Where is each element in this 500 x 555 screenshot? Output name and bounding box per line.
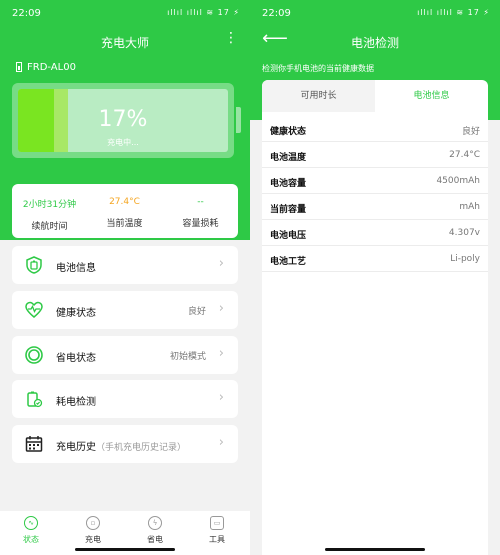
row-value: 良好 bbox=[461, 127, 480, 137]
page-title: 充电大师 bbox=[100, 36, 149, 50]
tab-label: 省电 bbox=[147, 535, 163, 544]
menu-power-saving[interactable]: 省电状态 初始模式 › bbox=[12, 336, 238, 374]
battery-cap bbox=[236, 107, 241, 133]
menu-drain-detection[interactable]: 耗电检测 › bbox=[12, 380, 238, 418]
pulse-icon: ∿ bbox=[24, 516, 38, 530]
status-icons: ıllıl ıllıl ≋ 17 ⚡ bbox=[167, 8, 240, 17]
info-panel: 可用时长 电池信息 健康状态 良好 电池温度 27.4°C 电池容量 4500m… bbox=[262, 80, 488, 555]
menu-battery-info[interactable]: 电池信息 › bbox=[12, 246, 238, 284]
page-description: 检测你手机电池的当前健康数据 bbox=[262, 64, 374, 73]
menu-label: 省电状态 bbox=[56, 353, 96, 364]
stat-endurance: 2小时31分钟 续航时间 bbox=[12, 184, 87, 238]
toolbox-icon: ▭ bbox=[210, 516, 224, 530]
tab-battery-info[interactable]: 电池信息 bbox=[375, 80, 488, 112]
list-item: 电池工艺 Li-poly bbox=[262, 246, 488, 272]
segmented-tabs: 可用时长 电池信息 bbox=[262, 80, 488, 112]
list-item: 健康状态 良好 bbox=[262, 116, 488, 142]
chevron-right-icon: › bbox=[218, 435, 224, 450]
list-item: 电池温度 27.4°C bbox=[262, 142, 488, 168]
home-indicator[interactable] bbox=[75, 548, 175, 551]
battery-small-icon bbox=[16, 62, 22, 72]
menu-label: 充电历史（手机充电历史记录） bbox=[56, 438, 186, 453]
list-item: 电池电压 4.307v bbox=[262, 220, 488, 246]
menu-label: 耗电检测 bbox=[56, 397, 96, 408]
row-key: 电池电压 bbox=[270, 231, 307, 241]
home-indicator[interactable] bbox=[325, 548, 425, 551]
bolt-icon: ϟ bbox=[148, 516, 162, 530]
battery-check-icon bbox=[27, 391, 43, 408]
tab-label: 充电 bbox=[85, 535, 101, 544]
plug-icon: ▫ bbox=[86, 516, 100, 530]
menu-charge-history[interactable]: 充电历史（手机充电历史记录） › bbox=[12, 425, 238, 463]
calendar-icon bbox=[25, 436, 43, 452]
power-ring-icon bbox=[25, 346, 43, 364]
device-label: FRD-AL00 bbox=[27, 62, 76, 73]
menu-health-status[interactable]: 健康状态 良好 › bbox=[12, 291, 238, 329]
battery-gauge: 17% 充电中... bbox=[12, 83, 241, 158]
row-key: 电池容量 bbox=[270, 179, 307, 189]
list-item: 电池容量 4500mAh bbox=[262, 168, 488, 194]
stats-card: 2小时31分钟 续航时间 27.4°C 当前温度 -- 容量损耗 bbox=[12, 184, 238, 238]
stat-value: 27.4°C bbox=[109, 197, 140, 207]
status-time: 22:09 bbox=[12, 8, 41, 19]
menu-label-text: 充电历史 bbox=[56, 442, 96, 453]
row-value: mAh bbox=[459, 202, 480, 212]
stat-label: 续航时间 bbox=[31, 222, 68, 232]
menu-sublabel: （手机充电历史记录） bbox=[96, 443, 187, 453]
status-bar: 22:09 ıllıl ıllıl ≋ 17 ⚡ bbox=[250, 0, 500, 28]
menu-label: 电池信息 bbox=[56, 263, 96, 274]
row-key: 电池工艺 bbox=[270, 257, 307, 267]
stat-label: 当前温度 bbox=[106, 219, 143, 229]
app-screen-charge-master: 22:09 ıllıl ıllıl ≋ 17 ⚡ 充电大师 ⋮ FRD-AL00… bbox=[0, 0, 250, 555]
row-value: 27.4°C bbox=[449, 150, 480, 160]
charging-status: 充电中... bbox=[107, 138, 139, 147]
menu-value: 良好 bbox=[187, 307, 206, 317]
chevron-right-icon: › bbox=[218, 301, 224, 316]
row-key: 健康状态 bbox=[270, 127, 307, 137]
status-bar: 22:09 ıllıl ıllıl ≋ 17 ⚡ bbox=[0, 0, 250, 28]
stat-label: 容量损耗 bbox=[182, 219, 219, 229]
more-menu-icon[interactable]: ⋮ bbox=[224, 31, 238, 45]
status-icons: ıllıl ıllıl ≋ 17 ⚡ bbox=[417, 8, 490, 17]
battery-percent: 17% bbox=[98, 107, 148, 132]
chevron-right-icon: › bbox=[218, 256, 224, 271]
status-time: 22:09 bbox=[262, 8, 291, 19]
stat-value: -- bbox=[197, 197, 204, 207]
heart-pulse-icon bbox=[25, 301, 43, 318]
chevron-right-icon: › bbox=[218, 346, 224, 361]
tab-charge[interactable]: ▫ 充电 bbox=[62, 516, 124, 545]
tab-label: 工具 bbox=[209, 535, 225, 544]
stat-value: 2小时31分钟 bbox=[22, 200, 77, 210]
app-screen-battery-check: 22:09 ıllıl ıllıl ≋ 17 ⚡ ⟵ 电池检测 检测你手机电池的… bbox=[250, 0, 500, 555]
tab-status[interactable]: ∿ 状态 bbox=[0, 516, 62, 545]
battery-info-list: 健康状态 良好 电池温度 27.4°C 电池容量 4500mAh 当前容量 mA… bbox=[262, 116, 488, 272]
menu-value: 初始模式 bbox=[169, 352, 206, 362]
row-value: Li-poly bbox=[450, 254, 480, 264]
chevron-right-icon: › bbox=[218, 390, 224, 405]
tab-power-saving[interactable]: ϟ 省电 bbox=[124, 516, 186, 545]
row-value: 4500mAh bbox=[436, 176, 480, 186]
tab-label: 状态 bbox=[23, 535, 39, 544]
device-name: FRD-AL00 bbox=[16, 62, 76, 73]
list-item: 当前容量 mAh bbox=[262, 194, 488, 220]
page-title: 电池检测 bbox=[350, 36, 399, 50]
row-key: 电池温度 bbox=[270, 153, 307, 163]
battery-shield-icon bbox=[26, 256, 42, 274]
menu-label: 健康状态 bbox=[56, 308, 96, 319]
tab-tools[interactable]: ▭ 工具 bbox=[186, 516, 248, 545]
stat-temperature: 27.4°C 当前温度 bbox=[87, 184, 162, 238]
tab-available-time[interactable]: 可用时长 bbox=[262, 80, 375, 112]
row-key: 当前容量 bbox=[270, 205, 307, 215]
row-value: 4.307v bbox=[448, 228, 480, 238]
stat-capacity-loss: -- 容量损耗 bbox=[163, 184, 238, 238]
